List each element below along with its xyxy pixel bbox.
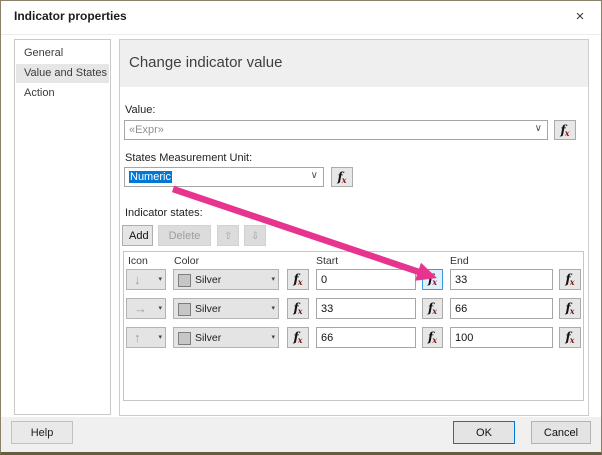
caret-down-icon: ▾ <box>158 334 162 341</box>
end-input[interactable] <box>450 327 553 348</box>
value-expression-text: «Expr» <box>129 124 164 136</box>
start-input[interactable] <box>316 269 416 290</box>
sidebar-item-action[interactable]: Action <box>16 84 109 103</box>
column-header-icon: Icon <box>128 255 148 267</box>
caret-down-icon: ▾ <box>271 276 275 283</box>
color-swatch <box>178 332 191 345</box>
end-input[interactable] <box>450 269 553 290</box>
value-dropdown[interactable]: «Expr» ∨ <box>124 120 548 140</box>
end-input[interactable] <box>450 298 553 319</box>
arrow-up-icon: ↑ <box>134 330 141 345</box>
close-icon[interactable]: × <box>570 7 590 27</box>
start-fx-button[interactable]: fx <box>422 298 443 319</box>
table-row: ↓ ▾ Silver ▾ fx fx fx <box>124 269 583 290</box>
indicator-properties-dialog: Indicator properties × General Value and… <box>0 0 602 455</box>
cancel-button[interactable]: Cancel <box>531 421 591 444</box>
indicator-states-label: Indicator states: <box>125 207 203 219</box>
delete-button[interactable]: Delete <box>158 225 211 246</box>
arrow-down-icon: ⇩ <box>251 230 260 242</box>
icon-dropdown[interactable]: → ▾ <box>126 298 166 319</box>
arrow-up-icon: ⇧ <box>224 230 233 242</box>
chevron-down-icon: ∨ <box>310 170 318 181</box>
sidebar-item-general[interactable]: General <box>16 44 109 63</box>
color-swatch <box>178 274 191 287</box>
dialog-title: Indicator properties <box>14 9 127 23</box>
end-fx-button[interactable]: fx <box>559 327 581 348</box>
column-header-end: End <box>450 255 469 267</box>
color-dropdown[interactable]: Silver ▾ <box>173 327 279 348</box>
move-down-button[interactable]: ⇩ <box>244 225 266 246</box>
smu-fx-button[interactable]: fx <box>331 167 353 187</box>
color-swatch <box>178 303 191 316</box>
end-fx-button[interactable]: fx <box>559 269 581 290</box>
states-measurement-unit-dropdown[interactable]: Numeric ∨ <box>124 167 324 187</box>
move-up-button[interactable]: ⇧ <box>217 225 239 246</box>
icon-dropdown[interactable]: ↓ ▾ <box>126 269 166 290</box>
color-fx-button[interactable]: fx <box>287 327 309 348</box>
indicator-states-table: Icon Color Start End ↓ ▾ Silver ▾ fx fx … <box>123 251 584 401</box>
start-input[interactable] <box>316 327 416 348</box>
color-name: Silver <box>195 303 222 315</box>
value-label: Value: <box>125 104 156 116</box>
add-button[interactable]: Add <box>122 225 153 246</box>
arrow-down-icon: ↓ <box>134 272 141 287</box>
sidebar-item-value-and-states[interactable]: Value and States <box>16 64 109 83</box>
table-row: → ▾ Silver ▾ fx fx fx <box>124 298 583 319</box>
chevron-down-icon: ∨ <box>534 123 542 134</box>
color-name: Silver <box>195 332 222 344</box>
start-fx-button-highlighted[interactable]: fx <box>422 269 443 290</box>
column-header-start: Start <box>316 255 339 267</box>
start-fx-button[interactable]: fx <box>422 327 443 348</box>
value-fx-button[interactable]: fx <box>554 120 576 140</box>
column-header-color: Color <box>174 255 200 267</box>
color-dropdown[interactable]: Silver ▾ <box>173 269 279 290</box>
caret-down-icon: ▾ <box>158 276 162 283</box>
ok-button[interactable]: OK <box>453 421 515 444</box>
title-bar: Indicator properties × <box>1 1 601 35</box>
caret-down-icon: ▾ <box>158 305 162 312</box>
smu-selected-text: Numeric <box>129 171 172 183</box>
table-row: ↑ ▾ Silver ▾ fx fx fx <box>124 327 583 348</box>
color-name: Silver <box>195 274 222 286</box>
help-button[interactable]: Help <box>11 421 73 444</box>
color-dropdown[interactable]: Silver ▾ <box>173 298 279 319</box>
sidebar: General Value and States Action <box>14 39 111 415</box>
states-measurement-unit-label: States Measurement Unit: <box>125 152 253 164</box>
end-fx-button[interactable]: fx <box>559 298 581 319</box>
color-fx-button[interactable]: fx <box>287 269 309 290</box>
arrow-right-icon: → <box>134 301 147 316</box>
page-title: Change indicator value <box>129 54 283 71</box>
start-input[interactable] <box>316 298 416 319</box>
icon-dropdown[interactable]: ↑ ▾ <box>126 327 166 348</box>
caret-down-icon: ▾ <box>271 334 275 341</box>
color-fx-button[interactable]: fx <box>287 298 309 319</box>
caret-down-icon: ▾ <box>271 305 275 312</box>
